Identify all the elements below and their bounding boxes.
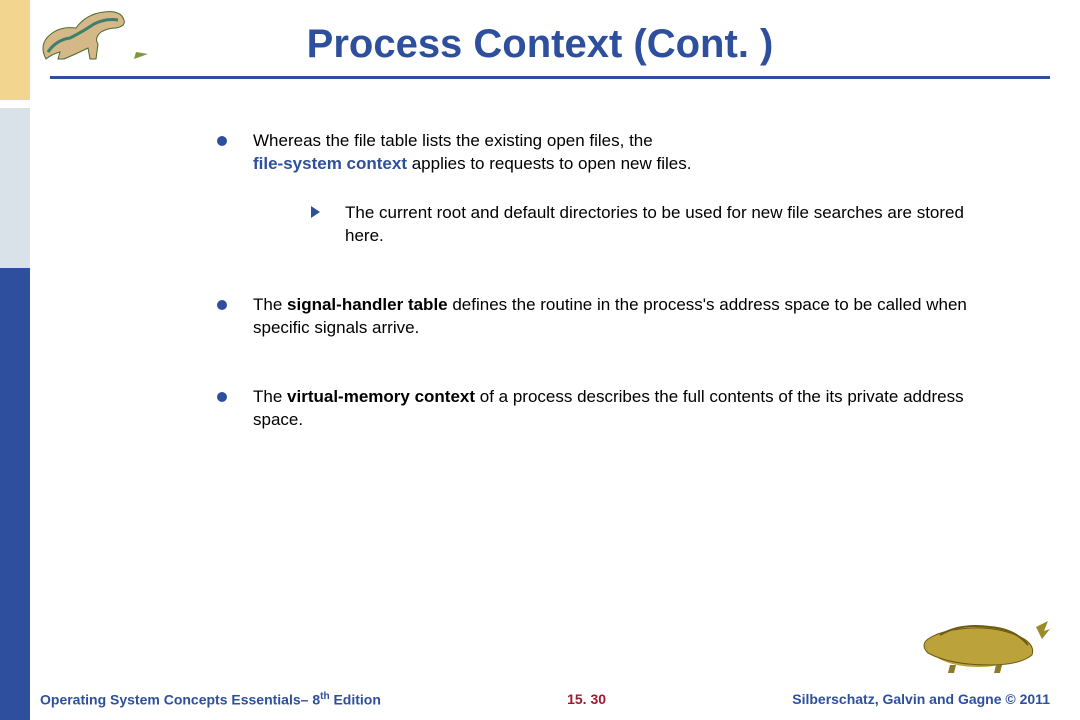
footer-page-number: 15. 30 xyxy=(567,691,606,708)
bullet-text: Whereas the file table lists the existin… xyxy=(253,131,691,173)
footer-left: Operating System Concepts Essentials– 8t… xyxy=(40,691,381,708)
title-rule xyxy=(50,76,1050,79)
bullet-icon xyxy=(217,136,227,146)
footer-right: Silberschatz, Galvin and Gagne © 2011 xyxy=(792,691,1050,708)
slide-body: Whereas the file table lists the existin… xyxy=(205,130,995,478)
dinosaur-bottom-icon xyxy=(920,615,1050,680)
slide-title: Process Context (Cont. ) xyxy=(0,22,1080,67)
sub-bullet-icon xyxy=(311,206,320,218)
sidebar-stripe xyxy=(0,0,30,720)
bullet-virtual-memory: The virtual-memory context of a process … xyxy=(205,386,995,432)
bullet-text: The virtual-memory context of a process … xyxy=(253,387,964,429)
bullet-signal-handler: The signal-handler table defines the rou… xyxy=(205,294,995,340)
bullet-file-system-context: Whereas the file table lists the existin… xyxy=(205,130,995,248)
bullet-icon xyxy=(217,300,227,310)
sub-bullet-root-dirs: The current root and default directories… xyxy=(253,202,995,248)
bullet-text: The signal-handler table defines the rou… xyxy=(253,295,967,337)
slide-footer: Operating System Concepts Essentials– 8t… xyxy=(40,691,1050,708)
bullet-icon xyxy=(217,392,227,402)
